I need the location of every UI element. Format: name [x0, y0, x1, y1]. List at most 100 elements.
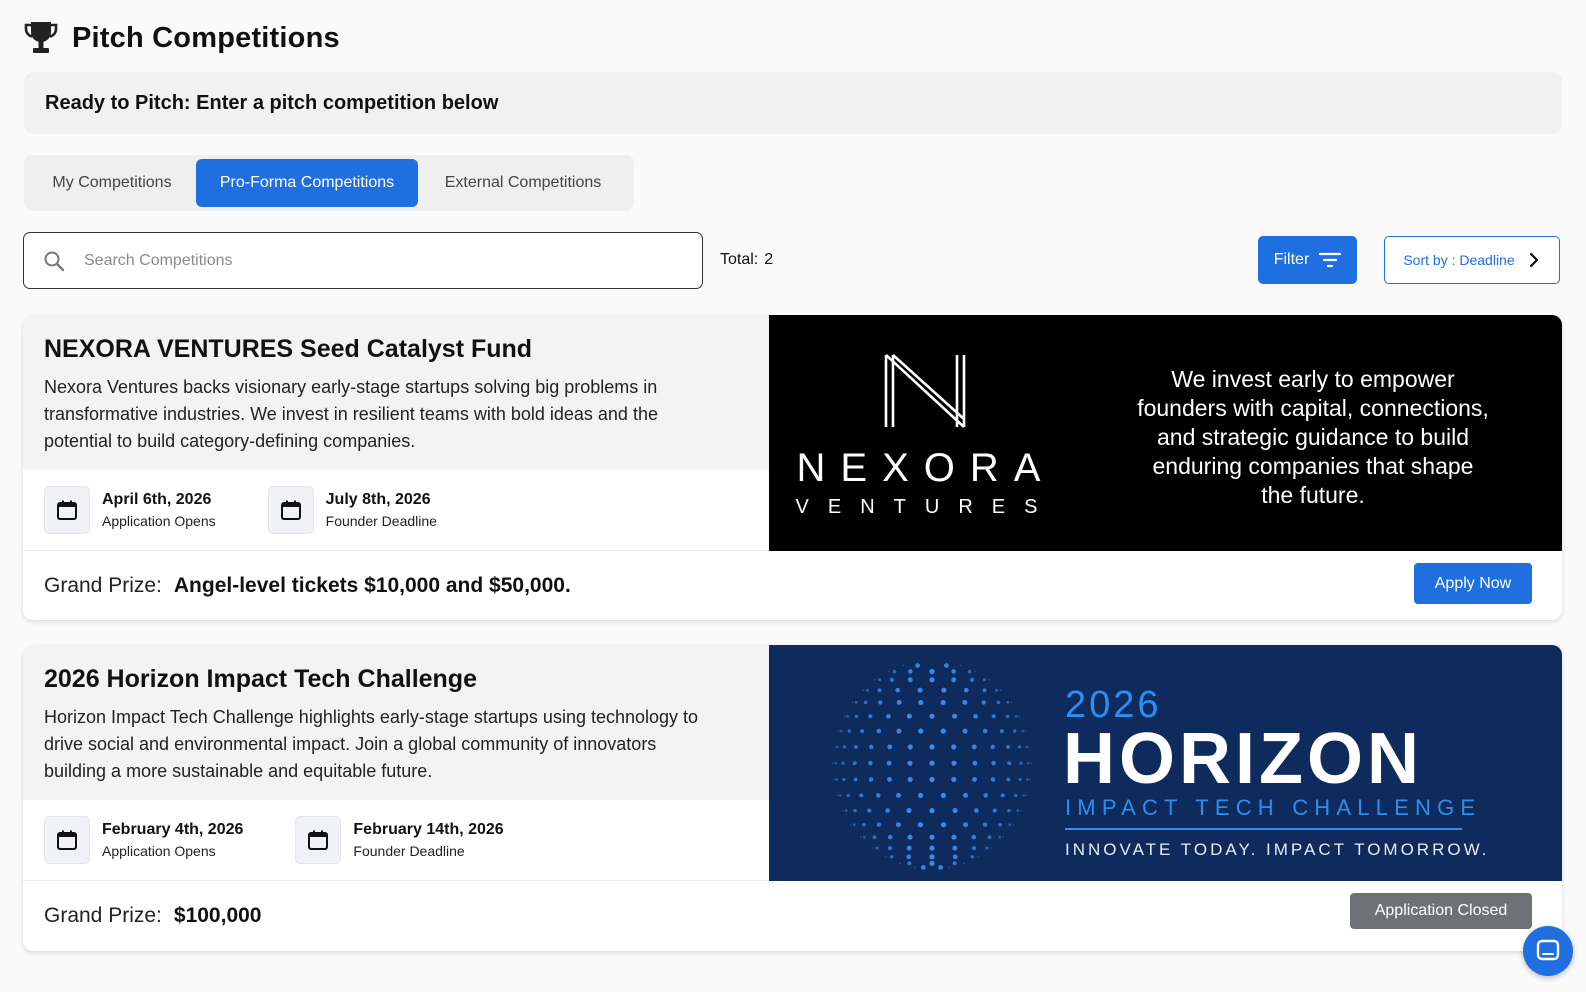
globe-dot — [974, 670, 977, 673]
sort-button[interactable]: Sort by : Deadline — [1384, 236, 1560, 284]
globe-dot — [906, 713, 912, 719]
globe-dot — [951, 760, 957, 766]
search-icon — [42, 249, 66, 273]
globe-dot — [929, 860, 935, 866]
globe-dot — [929, 668, 935, 675]
globe-dot — [940, 792, 946, 798]
globe-dot — [1024, 730, 1027, 732]
globe-dot — [907, 677, 913, 683]
globe-dot — [913, 866, 916, 869]
globe-dot — [951, 776, 957, 783]
card-footer: Grand Prize: Angel-level tickets $10,000… — [23, 551, 1562, 620]
tab-external-competitions[interactable]: External Competitions — [418, 159, 628, 207]
prize-value: Angel-level tickets $10,000 and $50,000. — [173, 574, 571, 597]
globe-dot — [1014, 714, 1018, 718]
globe-dot — [1027, 761, 1030, 765]
globe-dot — [992, 808, 997, 813]
globe-dot — [982, 678, 986, 682]
competition-description: Horizon Impact Tech Challenge highlights… — [44, 707, 699, 781]
globe-dot — [952, 854, 958, 860]
card-header: NEXORA VENTURES Seed Catalyst Fund Nexor… — [23, 315, 769, 470]
date-value: July 8th, 2026 — [325, 491, 431, 508]
filter-button[interactable]: Filter — [1258, 236, 1357, 284]
calendar-icon — [295, 816, 342, 864]
globe-dot — [971, 744, 977, 750]
date-application-opens: April 6th, 2026 Application Opens — [44, 486, 216, 534]
competition-title[interactable]: NEXORA VENTURES Seed Catalyst Fund — [44, 335, 769, 364]
globe-dot — [1006, 777, 1011, 782]
globe-dot — [960, 664, 962, 667]
globe-dot — [878, 700, 883, 705]
globe-dot — [892, 669, 897, 674]
globe-dot — [999, 729, 1004, 734]
globe-dot — [846, 714, 850, 718]
globe-dot — [1006, 701, 1010, 704]
horizon-slogan: INNOVATE TODAY. IMPACT TOMORROW. — [1065, 840, 1489, 859]
globe-dot — [921, 865, 926, 870]
calendar-icon — [44, 486, 90, 534]
globe-dot — [938, 865, 943, 870]
globe-dot — [1019, 809, 1022, 812]
globe-dot — [896, 699, 902, 705]
globe-dot — [852, 701, 854, 704]
globe-dot — [887, 777, 892, 782]
tab-pro-forma-competitions[interactable]: Pro-Forma Competitions — [196, 159, 418, 207]
filter-icon — [1319, 251, 1342, 269]
globe-dot — [1002, 836, 1004, 839]
globe-dot — [896, 792, 901, 798]
globe-dot — [1013, 729, 1017, 733]
globe-dot — [874, 678, 877, 681]
globe-dot — [982, 688, 987, 693]
nexora-tagline-line: founders with capital, connections, — [1137, 395, 1489, 421]
globe-dot — [951, 834, 957, 840]
search-input[interactable] — [84, 251, 644, 270]
prize-label: Grand Prize: — [44, 904, 162, 927]
globe-dot — [952, 845, 958, 851]
globe-dot — [963, 822, 969, 828]
competition-image: 2026 HORIZON IMPACT TECH CHALLENGE INNOV… — [769, 645, 1562, 881]
filter-label: Filter — [1273, 251, 1310, 268]
globe-dot — [907, 834, 913, 840]
chat-button[interactable] — [1523, 926, 1573, 976]
globe-dot — [977, 855, 980, 858]
globe-dot — [907, 861, 912, 866]
globe-dot — [890, 855, 894, 859]
globe-dot — [918, 792, 924, 798]
globe-dot — [835, 778, 838, 781]
globe-dot — [985, 846, 989, 850]
globe-dot — [991, 760, 996, 766]
horizon-name: HORIZON — [1063, 719, 1423, 799]
date-label: Founder Deadline — [325, 513, 437, 529]
globe-dot — [871, 847, 874, 849]
globe-dot — [854, 714, 859, 718]
globe-dot — [1029, 762, 1032, 765]
globe-dot — [841, 761, 845, 765]
globe-dot — [887, 834, 893, 840]
globe-dot — [836, 794, 839, 797]
globe-dot — [940, 699, 946, 705]
globe-dot — [876, 822, 882, 827]
card-info: NEXORA VENTURES Seed Catalyst Fund Nexor… — [23, 315, 769, 551]
globe-dot — [835, 745, 839, 749]
globe-dot — [859, 793, 864, 798]
globe-dot — [990, 777, 996, 782]
tab-my-competitions[interactable]: My Competitions — [28, 159, 196, 207]
date-label: Application Opens — [102, 843, 216, 859]
page-title: Pitch Competitions — [72, 21, 340, 54]
date-value: February 4th, 2026 — [102, 821, 244, 838]
apply-now-button[interactable]: Apply Now — [1414, 563, 1532, 604]
competition-dates: April 6th, 2026 Application Opens July 8… — [23, 470, 769, 551]
globe-dot — [872, 835, 877, 840]
pitch-banner: Ready to Pitch: Enter a pitch competitio… — [24, 72, 1562, 134]
competition-tabs: My Competitions Pro-Forma Competitions E… — [24, 155, 634, 211]
globe-dot — [929, 744, 935, 750]
globe-dot — [951, 677, 957, 683]
globe-dot — [886, 713, 891, 719]
globe-dot — [876, 728, 882, 734]
globe-dot — [906, 854, 912, 860]
competition-title[interactable]: 2026 Horizon Impact Tech Challenge — [44, 665, 769, 694]
competition-card: NEXORA VENTURES Seed Catalyst Fund Nexor… — [23, 315, 1562, 620]
nexora-tagline-line: and strategic guidance to build — [1157, 424, 1469, 450]
globe-dot — [842, 777, 846, 782]
nexora-tagline-line: the future. — [1261, 482, 1365, 508]
